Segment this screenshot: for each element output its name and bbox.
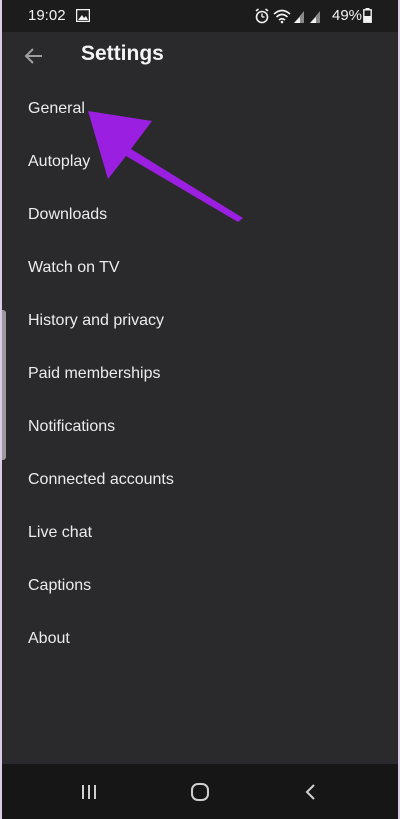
signal-icon (310, 11, 320, 23)
settings-item-about[interactable]: About (2, 612, 398, 665)
settings-item-notifications[interactable]: Notifications (2, 400, 398, 453)
page-title: Settings (81, 42, 164, 65)
settings-item-general[interactable]: General (2, 82, 398, 135)
settings-item-watch-on-tv[interactable]: Watch on TV (2, 241, 398, 294)
settings-item-autoplay[interactable]: Autoplay (2, 135, 398, 188)
settings-item-live-chat[interactable]: Live chat (2, 506, 398, 559)
app-bar: Settings (2, 32, 398, 82)
recent-apps-button[interactable] (74, 779, 104, 805)
system-nav-bar (2, 764, 398, 819)
home-button[interactable] (185, 779, 215, 805)
wifi-icon (273, 9, 291, 24)
edge-panel-handle[interactable] (2, 310, 6, 460)
settings-item-paid-memberships[interactable]: Paid memberships (2, 347, 398, 400)
settings-item-connected-accounts[interactable]: Connected accounts (2, 453, 398, 506)
battery-icon (363, 8, 372, 27)
settings-list: General Autoplay Downloads Watch on TV H… (2, 82, 398, 665)
settings-item-captions[interactable]: Captions (2, 559, 398, 612)
signal-icon (294, 11, 304, 23)
back-icon (305, 784, 315, 800)
home-icon (191, 783, 209, 801)
settings-item-history-privacy[interactable]: History and privacy (2, 294, 398, 347)
gallery-icon (75, 8, 91, 26)
back-button[interactable] (20, 42, 48, 70)
settings-item-downloads[interactable]: Downloads (2, 188, 398, 241)
recent-apps-icon (82, 785, 96, 799)
arrow-left-icon (24, 48, 42, 64)
battery-percent: 49% (332, 7, 363, 24)
status-time: 19:02 (28, 7, 66, 24)
settings-screen: 19:02 49% Settings General Autoplay Down… (2, 0, 398, 819)
status-icons (254, 8, 330, 28)
system-back-button[interactable] (296, 779, 326, 805)
alarm-icon (255, 8, 269, 24)
status-bar: 19:02 49% (2, 0, 398, 32)
